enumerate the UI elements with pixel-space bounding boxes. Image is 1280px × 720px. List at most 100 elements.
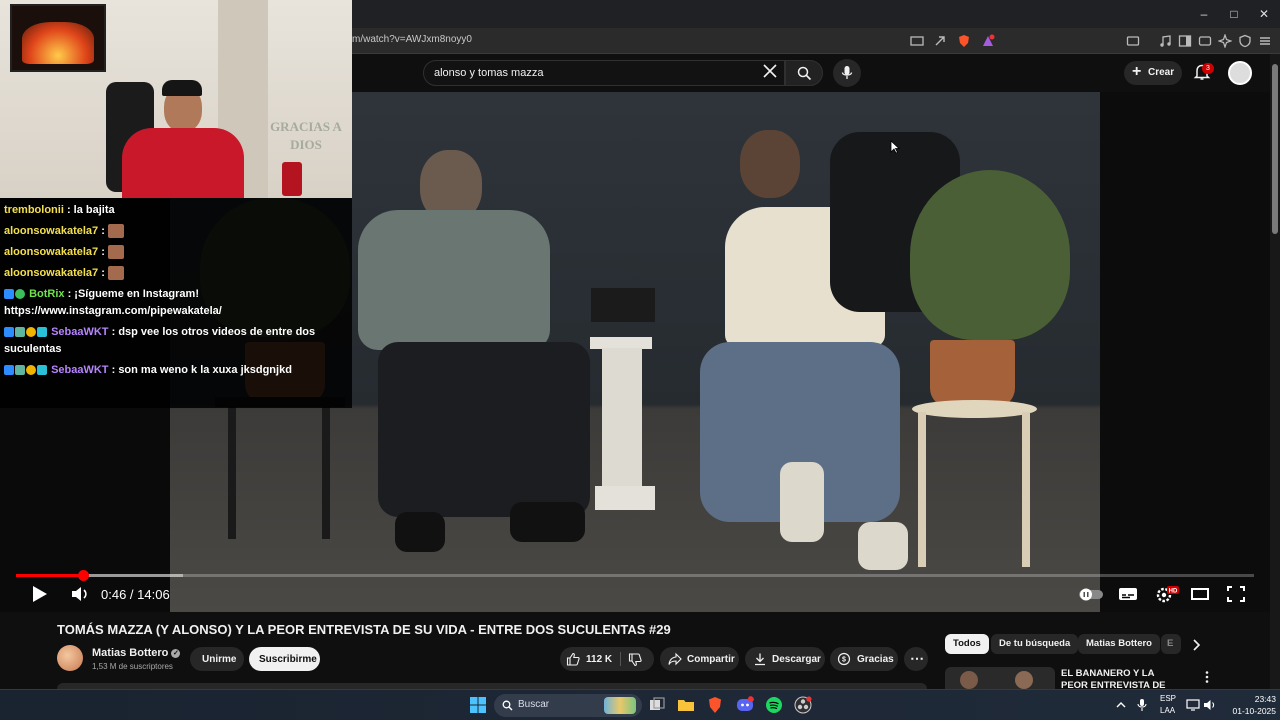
taskbar-search[interactable]: Buscar <box>494 694 642 717</box>
file-explorer-icon[interactable] <box>677 696 695 714</box>
network-icon[interactable] <box>1186 698 1200 712</box>
language-indicator[interactable]: ESP <box>1160 694 1176 703</box>
thumbs-down-icon[interactable] <box>628 653 642 667</box>
right-person-head <box>740 130 800 198</box>
like-count[interactable]: 112 K <box>586 654 612 665</box>
sidebar-icon[interactable] <box>1178 34 1192 48</box>
subscribe-button[interactable]: Suscribirme <box>249 647 320 671</box>
windows-start-icon[interactable] <box>469 696 487 714</box>
search-highlight-image <box>604 697 636 714</box>
volume-icon[interactable] <box>69 584 91 604</box>
clock-date[interactable]: 01-10-2025 <box>1222 706 1276 716</box>
chat-message: SebaaWKT : dsp vee los otros videos de e… <box>4 326 316 355</box>
chat-username: trembolonii <box>4 204 64 216</box>
brave-shield-icon[interactable] <box>957 34 971 48</box>
subscribe-label: Suscribirme <box>259 654 317 665</box>
badge-icon <box>26 327 36 338</box>
share-page-icon[interactable] <box>933 34 947 48</box>
pillar-column <box>602 348 642 488</box>
more-vertical-icon[interactable] <box>1202 670 1212 684</box>
subtitles-icon[interactable] <box>1117 584 1139 604</box>
chip-from-search[interactable]: De tu búsqueda <box>991 634 1079 654</box>
discord-icon[interactable] <box>736 696 754 714</box>
badge-icon <box>37 327 47 338</box>
like-divider <box>620 652 621 666</box>
task-view-icon[interactable] <box>648 696 666 714</box>
badge-icon <box>4 289 14 300</box>
create-button[interactable]: + Crear <box>1124 61 1182 85</box>
channel-avatar[interactable] <box>57 645 83 671</box>
theater-mode-icon[interactable] <box>1189 584 1211 604</box>
play-icon[interactable] <box>29 584 51 604</box>
chat-message: trembolonii : la bajita <box>4 204 115 216</box>
verified-badge-icon <box>15 289 25 300</box>
svg-text:$: $ <box>842 657 846 664</box>
channel-name-text[interactable]: Matias Bottero <box>92 647 168 659</box>
maximize-icon[interactable]: □ <box>1226 6 1242 22</box>
more-actions-button[interactable]: ⋯ <box>904 647 928 671</box>
clock-time[interactable]: 23:43 <box>1236 694 1276 704</box>
screenshot-icon[interactable] <box>1126 34 1140 48</box>
microphone-tray-icon[interactable] <box>1136 698 1148 712</box>
create-label: Crear <box>1148 67 1175 78</box>
search-icon <box>797 66 812 81</box>
download-button[interactable]: Descargar <box>745 647 825 671</box>
close-window-icon[interactable]: ✕ <box>1256 6 1272 22</box>
autoplay-toggle-icon[interactable] <box>1076 584 1106 604</box>
thumbnail-figure <box>1015 671 1033 689</box>
keyboard-layout-indicator[interactable]: LAA <box>1160 706 1175 715</box>
share-button[interactable]: Compartir <box>660 647 739 671</box>
thanks-button[interactable]: $ Gracias <box>830 647 898 671</box>
recommendation-thumbnail[interactable] <box>945 667 1055 689</box>
left-shoe <box>395 512 445 552</box>
join-button[interactable]: Unirme <box>190 647 244 671</box>
table-cups <box>591 288 655 322</box>
search-button[interactable] <box>785 60 823 86</box>
thumbs-up-icon[interactable] <box>566 652 580 666</box>
leo-ai-icon[interactable] <box>1218 34 1232 48</box>
pillar-base <box>595 486 655 510</box>
right-stool-leg <box>1022 412 1030 567</box>
voice-search-button[interactable] <box>833 59 861 87</box>
speaker-icon[interactable] <box>1202 698 1216 712</box>
user-avatar[interactable] <box>1228 61 1252 85</box>
emote-icon <box>107 224 124 239</box>
vpn-shield-icon[interactable] <box>1238 34 1252 48</box>
page-scrollbar[interactable] <box>1270 54 1280 689</box>
scrollbar-thumb[interactable] <box>1272 64 1278 234</box>
chip-all[interactable]: Todos <box>945 634 989 654</box>
cast-icon[interactable] <box>910 34 924 48</box>
menu-icon[interactable] <box>1258 34 1272 48</box>
chip-more[interactable]: E <box>1161 634 1181 654</box>
brave-rewards-icon[interactable] <box>981 34 995 48</box>
progress-bar[interactable] <box>16 570 1254 581</box>
left-person-hoodie <box>358 210 550 350</box>
wallet-icon[interactable] <box>1198 34 1212 48</box>
obs-icon[interactable] <box>794 696 812 714</box>
search-input[interactable]: alonso y tomas mazza <box>423 60 785 86</box>
chat-text: la bajita <box>73 204 115 216</box>
chat-message: aloonsowakatela7 : <box>4 223 348 240</box>
chevron-up-icon[interactable] <box>1115 699 1127 711</box>
emote-icon <box>107 245 124 260</box>
clear-search-icon[interactable] <box>760 60 780 82</box>
more-horizontal-icon: ⋯ <box>910 650 924 666</box>
chip-channel[interactable]: Matias Bottero <box>1078 634 1160 654</box>
recommendation-title[interactable]: EL BANANERO Y LA PEOR ENTREVISTA DE SU V… <box>1061 668 1181 690</box>
left-stool-leg <box>322 404 330 539</box>
minimize-icon[interactable]: – <box>1196 6 1212 22</box>
chat-username: aloonsowakatela7 <box>4 225 99 237</box>
chevron-right-icon[interactable] <box>1190 638 1202 652</box>
spotify-icon[interactable] <box>765 696 783 714</box>
url-text[interactable]: m/watch?v=AWJxm8noyy0 <box>352 34 472 45</box>
streamer-webcam: GRACIAS A DIOS <box>0 0 352 198</box>
chat-username: BotRix <box>29 288 65 300</box>
media-icon[interactable] <box>1158 34 1172 48</box>
right-pot <box>930 340 1015 408</box>
badge-icon <box>15 327 25 338</box>
channel-name[interactable]: Matias Bottero ✓ <box>92 647 181 659</box>
settings-hd-icon[interactable]: HD <box>1154 584 1180 604</box>
search-query-text[interactable]: alonso y tomas mazza <box>434 67 543 79</box>
brave-browser-icon[interactable] <box>706 696 724 714</box>
fullscreen-icon[interactable] <box>1225 584 1247 604</box>
